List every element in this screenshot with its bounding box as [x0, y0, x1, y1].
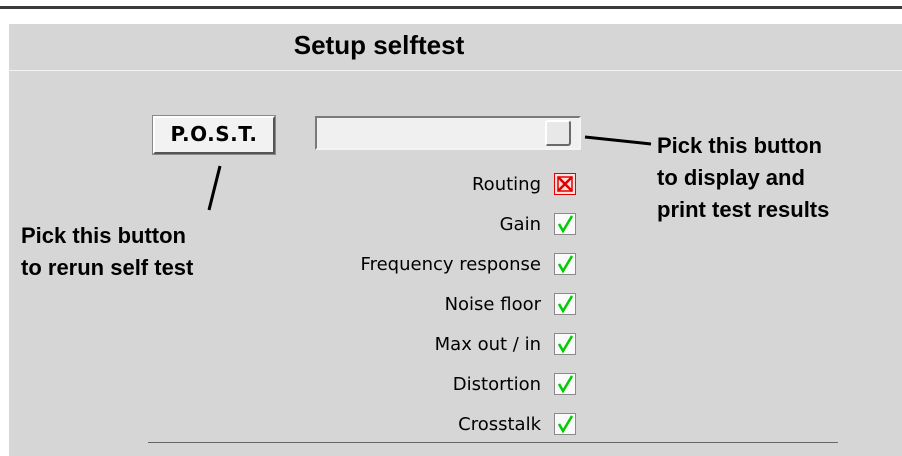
test-label: Noise floor	[444, 294, 541, 315]
test-label: Crosstalk	[458, 414, 541, 435]
leader-line-post	[207, 165, 222, 211]
x-mark-icon	[554, 173, 576, 195]
test-label: Frequency response	[360, 254, 541, 275]
test-label: Gain	[499, 214, 541, 235]
results-callout-line-1: Pick this button	[657, 133, 822, 158]
top-divider	[0, 6, 902, 9]
selftest-panel: Setup selftest P.O.S.T. Pick this button…	[9, 24, 902, 456]
check-mark-icon	[554, 333, 576, 355]
post-callout: Pick this button to rerun self test	[21, 220, 193, 284]
check-mark-icon	[554, 253, 576, 275]
test-label: Max out / in	[434, 334, 541, 355]
leader-line-results	[584, 135, 652, 146]
results-callout-line-2: to display and	[657, 165, 805, 190]
bottom-divider	[148, 442, 838, 443]
post-callout-line-1: Pick this button	[21, 223, 186, 248]
results-callout-line-3: print test results	[657, 197, 830, 222]
post-callout-line-2: to rerun self test	[21, 255, 194, 280]
results-callout: Pick this button to display and print te…	[657, 130, 829, 226]
check-mark-icon	[554, 373, 576, 395]
check-mark-icon	[554, 413, 576, 435]
check-mark-icon	[554, 213, 576, 235]
check-mark-icon	[554, 293, 576, 315]
test-label: Distortion	[452, 374, 541, 395]
test-label: Routing	[471, 174, 541, 195]
